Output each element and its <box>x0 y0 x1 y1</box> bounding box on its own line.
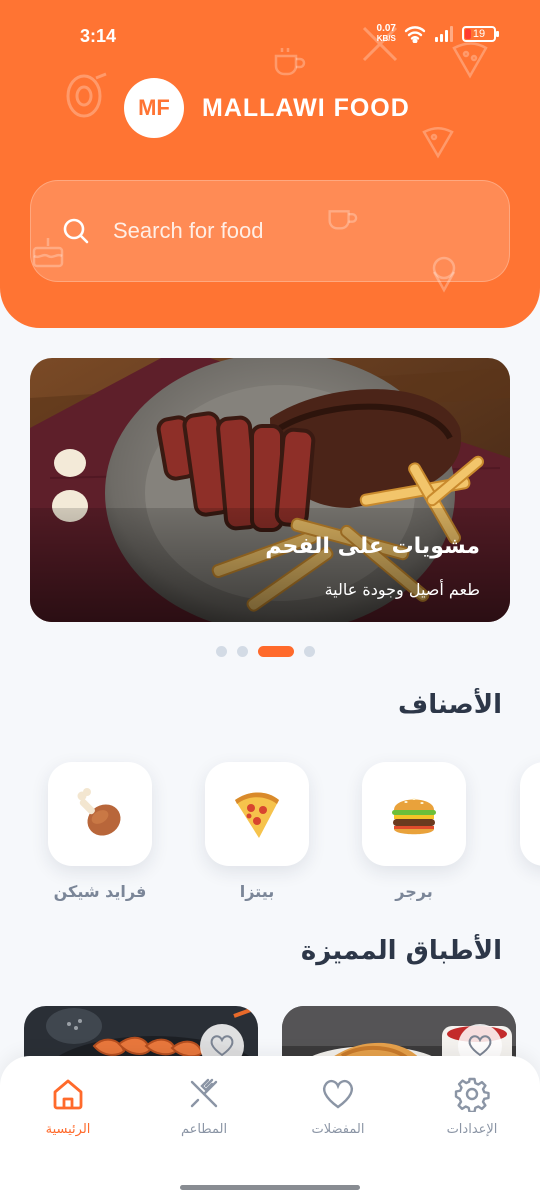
nav-item-settings[interactable]: الإعدادات <box>412 1076 532 1137</box>
search-input[interactable] <box>113 218 473 244</box>
pizza-icon <box>235 792 279 838</box>
banner-pagination <box>216 646 315 657</box>
category-item-pizza[interactable]: بيتزا <box>205 762 309 901</box>
search-icon <box>63 218 89 244</box>
pagination-dot[interactable] <box>216 646 227 657</box>
category-tile <box>48 762 152 866</box>
category-label: برجر <box>395 882 433 901</box>
category-tile <box>362 762 466 866</box>
category-label: فرايد شيكن <box>53 882 147 901</box>
gear-icon <box>454 1077 490 1112</box>
banner-subtitle: طعم أصيل وجودة عالية <box>324 580 480 599</box>
battery-icon: 19 <box>462 26 499 42</box>
nav-label-restaurants: المطاعم <box>180 1122 228 1137</box>
signal-icon <box>435 26 453 42</box>
network-speed-value: 0.07 <box>376 23 396 34</box>
home-icon <box>53 1079 83 1110</box>
banner-title: مشويات على الفحم <box>265 534 480 559</box>
nav-label-home: الرئيسية <box>45 1122 91 1137</box>
chicken-leg-icon <box>77 788 121 836</box>
category-item-fried-chicken[interactable]: فرايد شيكن <box>48 762 152 901</box>
promo-banner[interactable]: مشويات على الفحم طعم أصيل وجودة عالية <box>30 358 510 622</box>
brand: MF MALLAWI FOOD <box>124 78 410 138</box>
nav-item-restaurants[interactable]: المطاعم <box>144 1076 264 1137</box>
battery-fill <box>465 29 471 39</box>
network-speed: 0.07 KB/S <box>377 24 396 44</box>
category-label: بيتزا <box>239 882 275 901</box>
nav-item-home[interactable]: الرئيسية <box>8 1076 128 1137</box>
wifi-icon <box>404 26 426 43</box>
network-speed-unit: KB/S <box>376 34 396 43</box>
heart-icon <box>210 1035 234 1057</box>
categories-title: الأصناف <box>398 690 502 720</box>
category-tile <box>205 762 309 866</box>
status-icons: 0.07 KB/S 19 <box>377 24 499 44</box>
burger-icon <box>392 798 436 835</box>
nav-label-settings: الإعدادات <box>446 1122 498 1137</box>
pagination-dot-active[interactable] <box>258 646 294 657</box>
heart-icon <box>323 1079 353 1109</box>
meat-doodle-icon <box>66 72 107 118</box>
pizza-slice-doodle-icon <box>422 127 454 159</box>
pagination-dot[interactable] <box>237 646 248 657</box>
header: 3:14 0.07 KB/S 19 MF MALLAWI FOOD <box>0 0 540 328</box>
category-tile <box>520 762 540 866</box>
featured-title: الأطباق المميزة <box>300 936 502 966</box>
pagination-dot[interactable] <box>304 646 315 657</box>
search-bar[interactable] <box>30 180 510 282</box>
brand-name: MALLAWI FOOD <box>202 93 410 122</box>
heart-icon <box>468 1035 492 1057</box>
category-item-burger[interactable]: برجر <box>362 762 466 901</box>
app-screen: 3:14 0.07 KB/S 19 MF MALLAWI FOOD Search… <box>0 0 540 1200</box>
category-item-partial[interactable] <box>520 762 540 866</box>
nav-item-favorites[interactable]: المفضلات <box>278 1076 398 1137</box>
bottom-navigation: الإعدادات المفضلات المطاعم الرئيسية <box>0 1056 540 1178</box>
banner-overlay <box>30 508 510 622</box>
status-time: 3:14 <box>80 26 117 46</box>
status-bar: 3:14 0.07 KB/S 19 <box>0 22 540 52</box>
brand-logo[interactable]: MF <box>124 78 184 138</box>
battery-level: 19 <box>472 28 486 40</box>
nav-label-favorites: المفضلات <box>311 1122 365 1137</box>
gesture-bar[interactable] <box>180 1185 360 1190</box>
utensils-icon <box>190 1078 218 1108</box>
